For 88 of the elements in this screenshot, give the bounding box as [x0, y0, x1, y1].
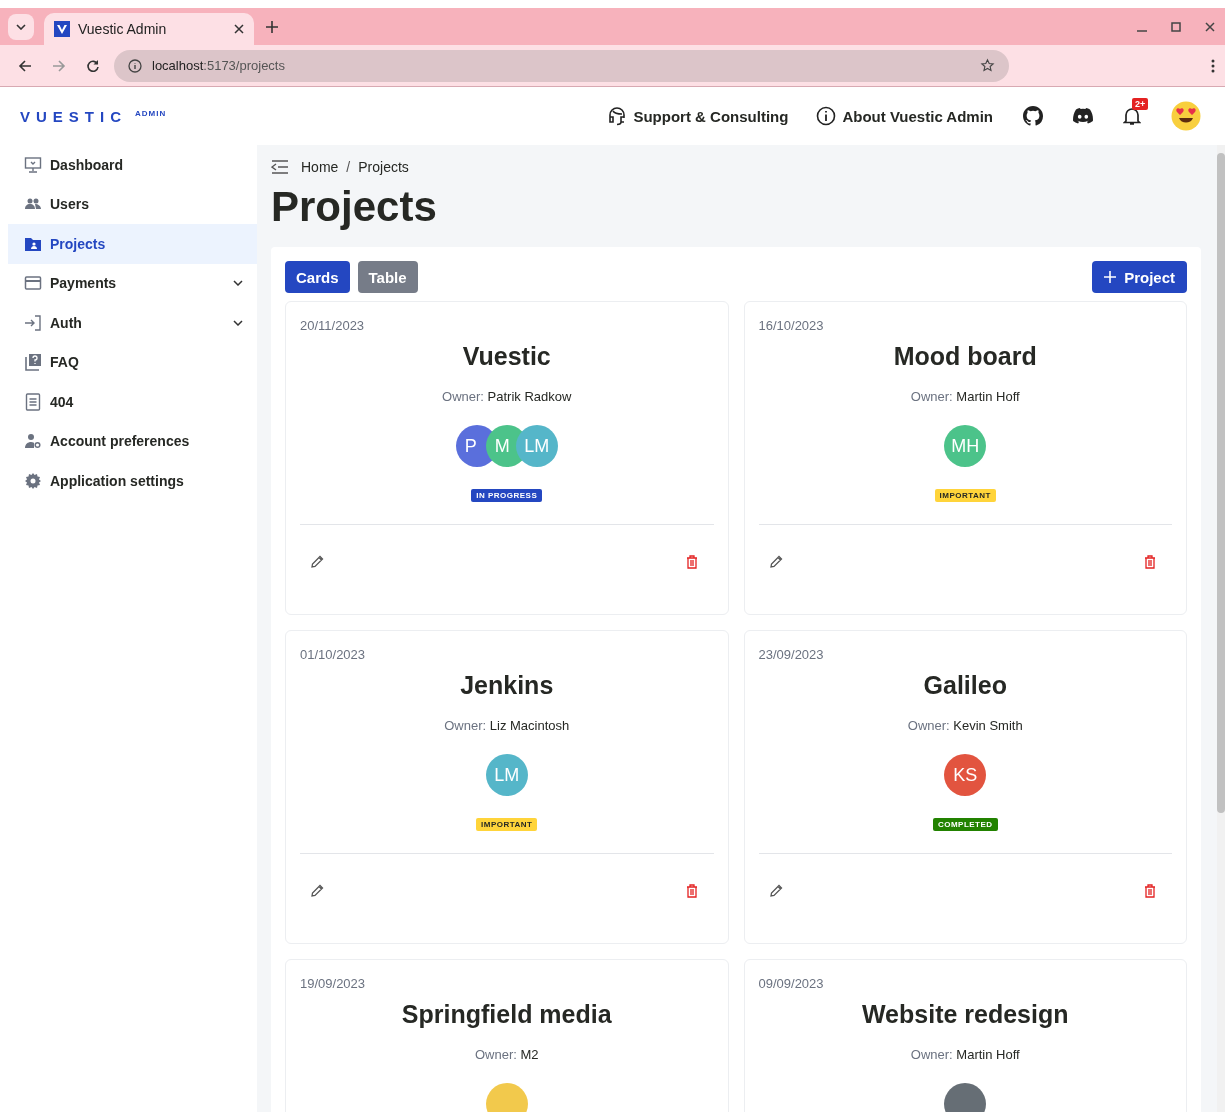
avatar: KS	[944, 754, 987, 796]
info-icon	[816, 106, 837, 126]
status-badge: IMPORTANT	[934, 489, 996, 502]
discord-icon[interactable]	[1073, 108, 1093, 124]
pencil-icon[interactable]	[310, 555, 324, 569]
sidebar-item[interactable]: Projects	[8, 224, 257, 264]
plus-icon	[1104, 271, 1117, 283]
project-date: 20/11/2023	[300, 318, 365, 333]
monitor-icon	[24, 155, 42, 174]
info-icon	[128, 58, 142, 73]
question-book-icon	[24, 353, 42, 372]
header-link[interactable]: About Vuestic Admin	[816, 106, 993, 126]
notification-badge: 2+	[1132, 98, 1149, 110]
trash-icon[interactable]	[685, 555, 698, 569]
menu-collapse-icon[interactable]	[271, 160, 289, 174]
project-owner: Owner: Martin Hoff	[910, 1047, 1020, 1062]
back-icon[interactable]	[18, 58, 32, 73]
reload-icon[interactable]	[86, 58, 100, 73]
avatar: LM	[515, 425, 558, 467]
sidebar-item[interactable]: 404	[8, 382, 257, 422]
breadcrumb-link[interactable]: Projects	[358, 159, 409, 175]
login-arrow-icon	[24, 313, 42, 332]
status-badge: IN PROGRESS	[471, 489, 543, 502]
maximize-icon[interactable]	[1171, 21, 1181, 32]
url-text: localhost:5173/projects	[152, 58, 286, 73]
view-toggle-button[interactable]: Cards	[285, 261, 350, 293]
pencil-icon[interactable]	[768, 555, 783, 569]
scrollbar-thumb[interactable]	[1217, 153, 1225, 813]
close-icon[interactable]	[234, 24, 244, 34]
sidebar-item[interactable]: Users	[8, 184, 257, 224]
project-owner: Owner: Martin Hoff	[910, 389, 1020, 404]
project-date: 23/09/2023	[758, 647, 824, 662]
status-badge: IMPORTANT	[476, 818, 538, 831]
sidebar-item[interactable]: Dashboard	[8, 145, 257, 185]
close-icon[interactable]	[1205, 21, 1215, 32]
project-date: 09/09/2023	[758, 976, 824, 991]
sidebar-item[interactable]: Account preferences	[8, 421, 257, 461]
add-project-button[interactable]: Project	[1092, 261, 1187, 293]
trash-icon[interactable]	[685, 884, 698, 898]
header-link[interactable]: Support & Consulting	[607, 106, 789, 126]
project-date: 01/10/2023	[300, 647, 366, 662]
headset-icon	[607, 106, 628, 126]
star-icon[interactable]	[980, 58, 995, 73]
avatar: MH	[944, 425, 987, 467]
credit-card-icon	[24, 274, 42, 293]
sidebar-item[interactable]: Payments	[8, 263, 257, 303]
document-icon	[24, 392, 42, 411]
status-badge: COMPLETED	[932, 818, 998, 831]
tab-list-button[interactable]	[8, 13, 34, 40]
browser-tab[interactable]: Vuestic Admin	[44, 13, 254, 45]
user-gear-icon	[24, 432, 42, 451]
chevron-down-icon[interactable]	[233, 319, 243, 326]
github-icon[interactable]	[1023, 106, 1043, 126]
trash-icon[interactable]	[1144, 555, 1156, 569]
breadcrumb-separator: /	[346, 159, 351, 175]
project-name: Website redesign	[861, 1000, 1069, 1029]
breadcrumb-link[interactable]: Home	[301, 159, 339, 175]
trash-icon[interactable]	[1144, 884, 1156, 898]
menu-icon[interactable]	[1211, 58, 1215, 73]
new-tab-icon[interactable]	[266, 20, 278, 33]
emoji-avatar-icon[interactable]	[1171, 101, 1201, 131]
page-title: Projects	[271, 183, 438, 231]
pencil-icon[interactable]	[310, 884, 324, 898]
project-owner: Owner: Kevin Smith	[907, 718, 1023, 733]
project-name: Vuestic	[462, 342, 551, 371]
logo[interactable]: VUESTIC ADMIN	[20, 107, 167, 125]
avatar: LM	[485, 754, 528, 796]
bell-icon[interactable]	[1123, 106, 1141, 126]
project-name: Galileo	[923, 671, 1007, 700]
sidebar-item[interactable]: Application settings	[8, 461, 257, 501]
project-owner: Owner: Liz Macintosh	[444, 718, 570, 733]
project-name: Springfield media	[401, 1000, 612, 1029]
view-toggle-button[interactable]: Table	[357, 261, 418, 293]
project-owner: Owner: M2	[474, 1047, 539, 1062]
chevron-down-icon	[16, 23, 26, 30]
project-owner: Owner: Patrik Radkow	[442, 389, 572, 404]
project-name: Mood board	[893, 342, 1037, 371]
sidebar-item[interactable]: Auth	[8, 303, 257, 343]
project-date: 16/10/2023	[758, 318, 824, 333]
sidebar-item[interactable]: FAQ	[8, 342, 257, 382]
project-name: Jenkins	[460, 671, 554, 700]
pencil-icon[interactable]	[768, 884, 783, 898]
v-logo-icon	[54, 21, 70, 37]
tab-title: Vuestic Admin	[78, 21, 168, 37]
settings-icon	[24, 471, 42, 490]
address-bar[interactable]: localhost:5173/projects	[114, 49, 1009, 82]
chevron-down-icon[interactable]	[233, 280, 243, 287]
project-date: 19/09/2023	[300, 976, 366, 991]
